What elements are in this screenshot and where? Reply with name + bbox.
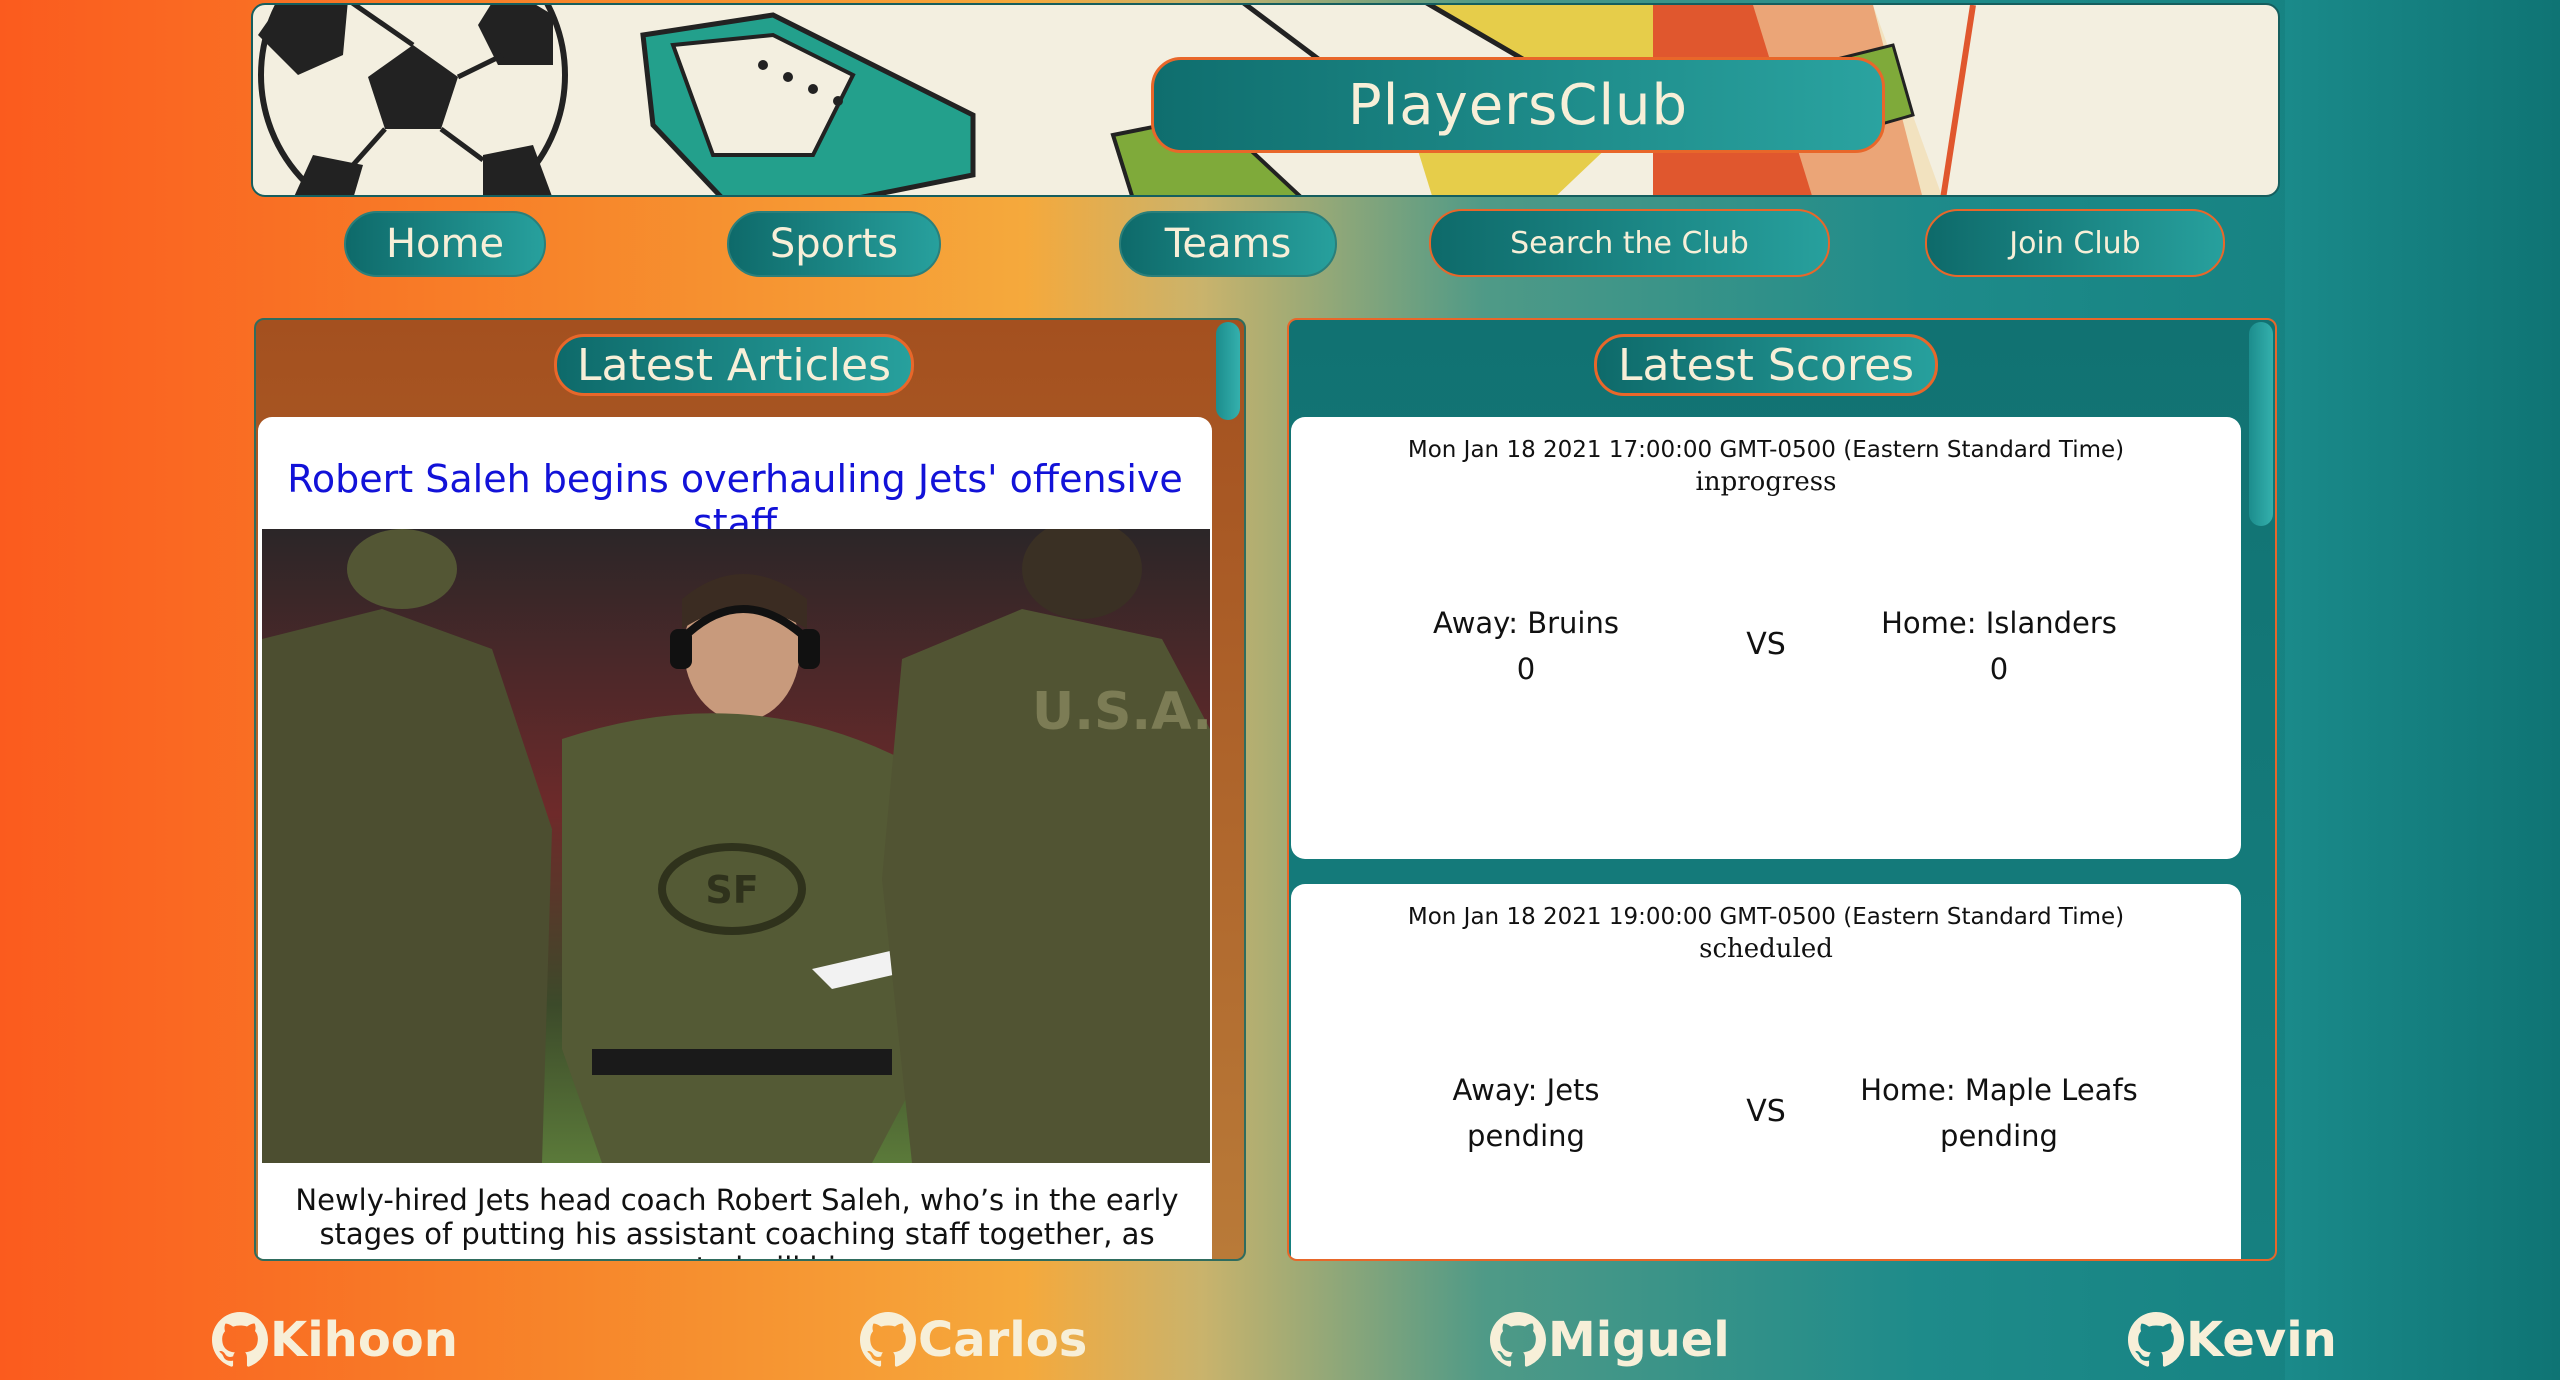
home-team: Home: Islanders 0 — [1799, 600, 2199, 692]
svg-text:SF: SF — [705, 868, 758, 912]
game-date: Mon Jan 18 2021 17:00:00 GMT-0500 (Easte… — [1407, 437, 2125, 463]
contributor-name: Kihoon — [270, 1312, 458, 1368]
contributor-link-kevin[interactable]: Kevin — [2128, 1310, 2337, 1370]
score-card[interactable]: Mon Jan 18 2021 17:00:00 GMT-0500 (Easte… — [1291, 417, 2241, 859]
away-team-label: Away: Bruins — [1433, 606, 1619, 640]
page-edge-band — [2285, 0, 2560, 1380]
github-icon — [1490, 1312, 1546, 1367]
scores-scrollbar[interactable] — [2249, 322, 2273, 526]
header-banner: PlayersClub — [251, 3, 2280, 197]
contributor-link-kihoon[interactable]: Kihoon — [212, 1310, 458, 1370]
home-team-label: Home: Islanders — [1881, 606, 2117, 640]
articles-scrollbar[interactable] — [1216, 322, 1240, 420]
home-team: Home: Maple Leafs pending — [1799, 1067, 2199, 1159]
game-status: inprogress — [1695, 467, 1837, 497]
game-status: scheduled — [1699, 934, 1833, 964]
away-team-score: pending — [1467, 1119, 1585, 1153]
nav-search-button[interactable]: Search the Club — [1429, 209, 1830, 277]
jersey-text: U.S.A. — [1032, 682, 1210, 742]
away-team: Away: Bruins 0 — [1326, 600, 1726, 692]
scores-panel: Latest Scores Mon Jan 18 2021 17:00:00 G… — [1287, 318, 2277, 1261]
article-excerpt: Newly-hired Jets head coach Robert Saleh… — [295, 1183, 1179, 1259]
home-team-score: 0 — [1989, 652, 2009, 686]
github-icon — [860, 1312, 916, 1367]
github-icon — [2128, 1312, 2184, 1367]
article-photo[interactable]: SF U.S.A. — [262, 529, 1210, 1163]
articles-panel: Latest Articles Robert Saleh begins over… — [254, 318, 1246, 1261]
home-team-label: Home: Maple Leafs — [1860, 1073, 2138, 1107]
nav-join-button[interactable]: Join Club — [1925, 209, 2225, 277]
site-title[interactable]: PlayersClub — [1151, 57, 1885, 153]
nav-teams-button[interactable]: Teams — [1119, 211, 1337, 277]
nav-sports-button[interactable]: Sports — [727, 211, 941, 277]
articles-heading: Latest Articles — [554, 334, 914, 396]
scores-heading: Latest Scores — [1594, 334, 1938, 396]
contributor-name: Miguel — [1548, 1312, 1730, 1368]
contributor-name: Kevin — [2186, 1312, 2337, 1368]
home-team-score: pending — [1940, 1119, 2058, 1153]
nav-home-button[interactable]: Home — [344, 211, 546, 277]
score-card[interactable]: Mon Jan 18 2021 19:00:00 GMT-0500 (Easte… — [1291, 884, 2241, 1259]
versus-label: VS — [1746, 1094, 1786, 1129]
github-icon — [212, 1312, 268, 1367]
away-team-label: Away: Jets — [1452, 1073, 1600, 1107]
article-card: Robert Saleh begins overhauling Jets' of… — [258, 417, 1212, 1259]
away-team-score: 0 — [1516, 652, 1536, 686]
away-team: Away: Jets pending — [1326, 1067, 1726, 1159]
contributor-link-miguel[interactable]: Miguel — [1490, 1310, 1730, 1370]
contributor-name: Carlos — [918, 1312, 1088, 1368]
game-date: Mon Jan 18 2021 19:00:00 GMT-0500 (Easte… — [1407, 904, 2125, 930]
versus-label: VS — [1746, 627, 1786, 662]
contributor-link-carlos[interactable]: Carlos — [860, 1310, 1087, 1370]
